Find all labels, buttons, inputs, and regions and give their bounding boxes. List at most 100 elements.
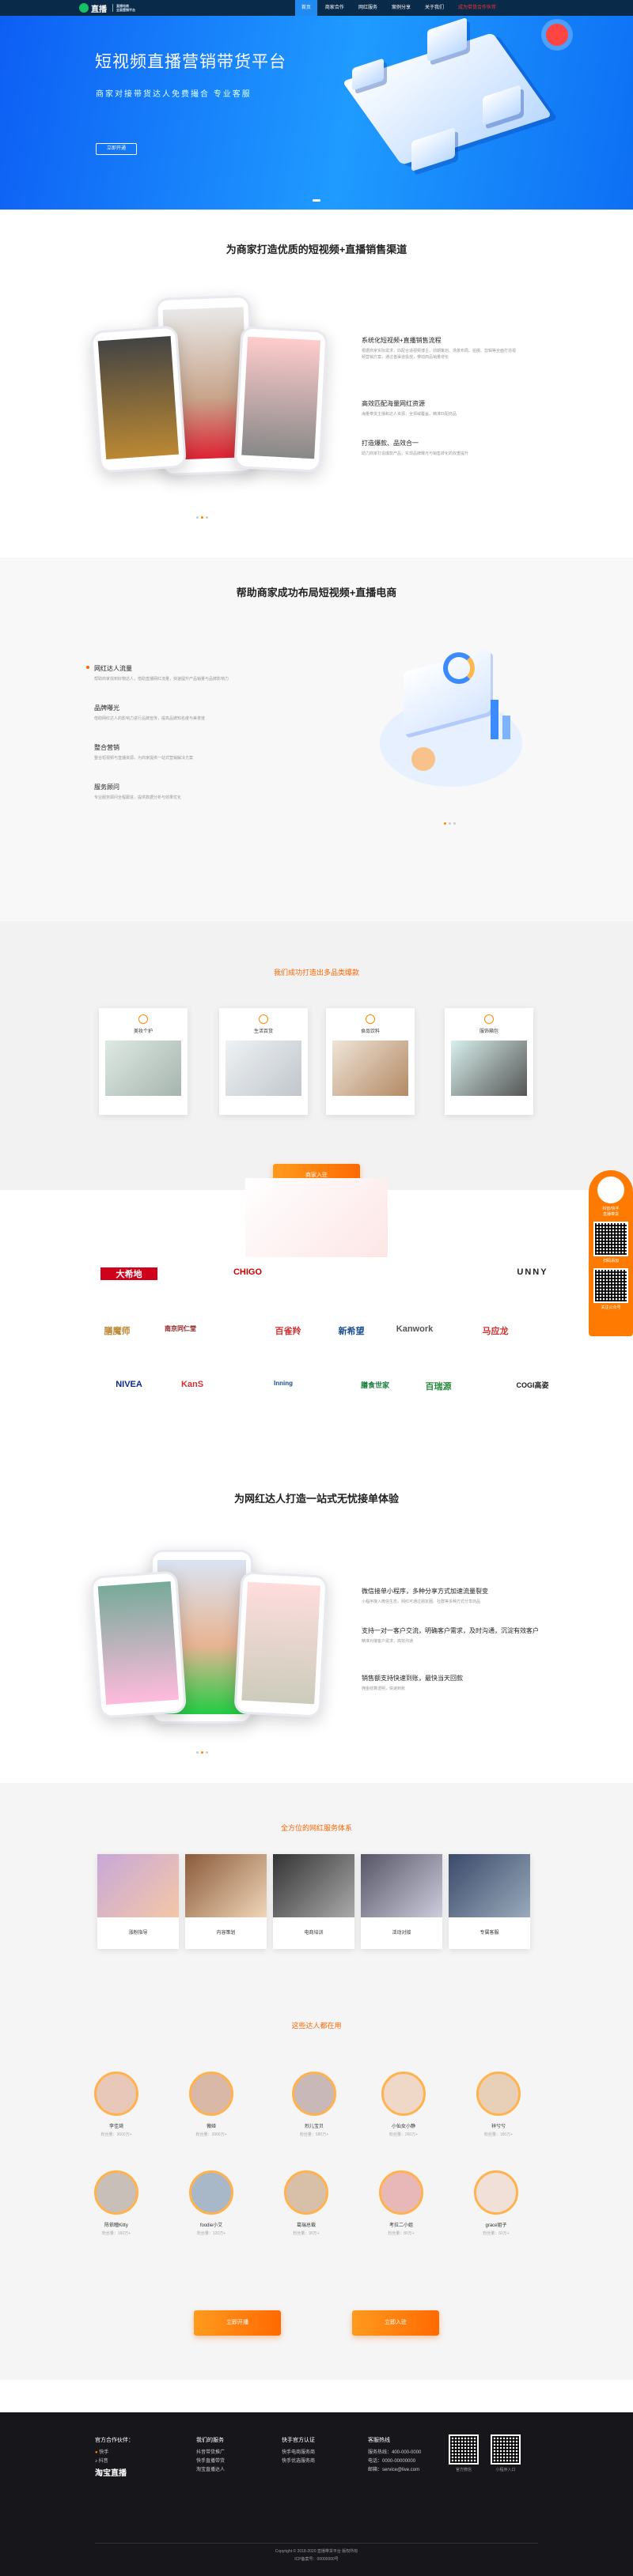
- service-label: 活动对接: [392, 1931, 411, 1936]
- section-heading: 全方位的网红服务体系: [280, 1824, 352, 1832]
- carousel-dots[interactable]: [444, 822, 456, 825]
- influencer-card[interactable]: 烈儿宝贝 粉丝量：580万+: [275, 2072, 354, 2137]
- footer-col-services: 我们的服务 抖音带货推广 快手直播带货 淘宝直播达人: [196, 2436, 225, 2475]
- influencer-name: 考拉二小姐: [389, 2223, 413, 2228]
- logo[interactable]: 直播 直播电商 全面营销平台: [79, 2, 135, 14]
- avatar: [94, 2072, 138, 2116]
- feature-item-active[interactable]: 网红达人流量 帮助商家找到好物达人，借助直播网红流量，快速提升产品销量与品牌影响…: [86, 664, 233, 682]
- nav-influencer[interactable]: 网红服务: [352, 0, 384, 16]
- button-label: 立即入驻: [385, 2320, 407, 2325]
- qr-code-icon[interactable]: [449, 2434, 479, 2465]
- nav-partner[interactable]: 成为带货合作伙伴: [452, 0, 502, 16]
- footer-divider: [95, 2543, 538, 2544]
- hero-cta-button[interactable]: 立即开通: [96, 143, 137, 155]
- influencer-card[interactable]: 薇娅 粉丝量：2900万+: [172, 2072, 251, 2137]
- phone-mockup-right: [233, 1571, 328, 1718]
- section-categories: 我们成功打造出多品类爆款 美妆个护 生活百货 食品饮料 服饰箱包 商家入驻: [0, 921, 633, 1190]
- logo-subtitle: 直播电商 全面营销平台: [112, 4, 135, 12]
- influencer-name: 葛瑞总裁: [296, 2223, 316, 2228]
- qr-caption: 小程序入口: [495, 2468, 516, 2472]
- service-image: [97, 1854, 179, 1917]
- footer-link[interactable]: 淘宝直播达人: [196, 2466, 225, 2475]
- influencer-card[interactable]: 葛瑞总裁 粉丝量：90万+: [267, 2170, 346, 2236]
- service-card[interactable]: 电商培训: [273, 1854, 354, 1949]
- qr-code-icon[interactable]: [593, 1222, 628, 1256]
- service-label: 涨粉指导: [128, 1931, 148, 1936]
- footer-link[interactable]: ● 快手: [95, 2449, 134, 2457]
- footer-heading: 官方合作伙伴：: [95, 2438, 134, 2443]
- nav-home[interactable]: 首页: [294, 0, 317, 16]
- feature-title: 高效匹配海量网红资源: [362, 400, 425, 407]
- influencer-card[interactable]: foodie小艾 粉丝量：120万+: [172, 2170, 251, 2236]
- feature-item[interactable]: 服务顾问 专业服务顾问全程跟进，提供数据分析与效果优化: [91, 783, 233, 801]
- service-card[interactable]: 内容策划: [185, 1854, 267, 1949]
- service-card[interactable]: 专属客服: [449, 1854, 530, 1949]
- qr-code-icon[interactable]: [491, 2434, 521, 2465]
- feature-item[interactable]: 品牌曝光 借助网红达人的影响力进行品牌宣传，提高品牌知名度与美誉度: [91, 704, 233, 722]
- category-card[interactable]: 生活百货: [219, 1008, 308, 1115]
- service-avatar: [597, 1177, 624, 1203]
- brand-logo: Kanwork: [396, 1324, 434, 1334]
- section-title: 帮助商家成功布局短视频+直播电商: [236, 587, 397, 599]
- influencer-card[interactable]: 陈依瞳Kitty 粉丝量：160万+: [77, 2170, 156, 2236]
- nav-cases[interactable]: 案例分享: [385, 0, 417, 16]
- influencer-fans: 粉丝量：80万+: [388, 2231, 415, 2236]
- feature-item[interactable]: 整合营销 整合短视频与直播资源，为商家提供一站式营销解决方案: [91, 743, 233, 761]
- footer-link[interactable]: 快手直播带货: [196, 2457, 225, 2466]
- influencer-fans: 粉丝量：260万+: [389, 2132, 419, 2137]
- feature-item: 销售额支持快速到账，最快当天回款 佣金结算透明，快速到账: [358, 1674, 540, 1692]
- feature-desc: 专业服务顾问全程跟进，提供数据分析与效果优化: [94, 795, 182, 800]
- avatar: [292, 2072, 336, 2116]
- influencer-card[interactable]: 李佳琦 粉丝量：3600万+: [77, 2072, 156, 2137]
- phone-mockup-left: [89, 1570, 188, 1719]
- section-services: 全方位的网红服务体系 涨粉指导 内容策划 电商培训 活动对接 专属客服: [0, 1783, 633, 1981]
- feature-desc: 佣金结算透明，快速到账: [362, 1686, 406, 1691]
- footer-link[interactable]: 抖音带货推广: [196, 2449, 225, 2457]
- footer-text: 邮箱：service@live.com: [368, 2468, 420, 2472]
- nav-merchant[interactable]: 商家合作: [319, 0, 351, 16]
- influencer-name: 祥兮兮: [491, 2125, 506, 2129]
- logo-icon: [79, 3, 89, 13]
- category-card[interactable]: 美妆个护: [99, 1008, 188, 1115]
- footer-col-certification: 快手官方认证 快手电商服务商 快手优选服务商: [282, 2436, 315, 2466]
- category-card[interactable]: 食品饮料: [326, 1008, 415, 1115]
- brand-logo: 百雀羚: [275, 1327, 301, 1336]
- section-heading: 我们成功打造出多品类爆款: [273, 969, 359, 976]
- section-title: 为商家打造优质的短视频+直播销售渠道: [226, 244, 407, 255]
- start-live-button[interactable]: 立即开播: [194, 2310, 281, 2336]
- logo-subtitle-line: 全面营销平台: [116, 8, 135, 12]
- influencer-card[interactable]: 祥兮兮 粉丝量：180万+: [459, 2072, 538, 2137]
- feature-title: 打造爆款、品效合一: [362, 440, 419, 447]
- hero-carousel-indicator[interactable]: [313, 199, 320, 202]
- influencer-fans: 粉丝量：580万+: [299, 2132, 329, 2137]
- carousel-dots[interactable]: [196, 516, 208, 519]
- influencer-card[interactable]: grace姐子 粉丝量：60万+: [457, 2170, 536, 2236]
- brand-logo: UNNY: [517, 1267, 548, 1277]
- influencer-card[interactable]: 小仙女小静 粉丝量：260万+: [364, 2072, 443, 2137]
- category-card[interactable]: 服饰箱包: [445, 1008, 533, 1115]
- footer-link[interactable]: ♪ 抖音: [95, 2457, 134, 2466]
- icp-number[interactable]: ICP备案号：00000000号: [0, 2556, 633, 2562]
- qr-code-icon[interactable]: [593, 1268, 628, 1303]
- feature-desc: 帮助商家找到好物达人，借助直播网红流量，快速提升产品销量与品牌影响力: [94, 677, 229, 682]
- brand-logo: CHIGO: [233, 1267, 263, 1277]
- feature-desc: 借助网红达人的影响力进行品牌宣传，提高品牌知名度与美誉度: [94, 716, 206, 721]
- feature-item: 高效匹配海量网红资源 海量带货主播和达人资源，全领域覆盖，精准匹配商品: [358, 399, 517, 417]
- feature-title: 微信接单小程序，多种分享方式加速流量裂变: [362, 1588, 488, 1595]
- footer-link[interactable]: 快手优选服务商: [282, 2457, 315, 2466]
- nav-about[interactable]: 关于我们: [419, 0, 450, 16]
- footer-link[interactable]: 快手电商服务商: [282, 2449, 315, 2457]
- brand-logo: NIVEA: [116, 1380, 142, 1389]
- service-image: [361, 1854, 442, 1917]
- footer-heading: 我们的服务: [196, 2438, 224, 2443]
- footer-qr: 官方微信: [449, 2434, 479, 2472]
- category-label: 服饰箱包: [479, 1029, 498, 1034]
- join-now-button[interactable]: 立即入驻: [352, 2310, 439, 2336]
- category-image: [332, 1041, 408, 1096]
- carousel-dots[interactable]: [196, 1751, 208, 1754]
- service-card[interactable]: 活动对接: [361, 1854, 442, 1949]
- category-image: [105, 1041, 181, 1096]
- influencer-card[interactable]: 考拉二小姐粉丝量：80万+: [362, 2170, 441, 2236]
- category-image: [226, 1041, 301, 1096]
- service-card[interactable]: 涨粉指导: [97, 1854, 179, 1949]
